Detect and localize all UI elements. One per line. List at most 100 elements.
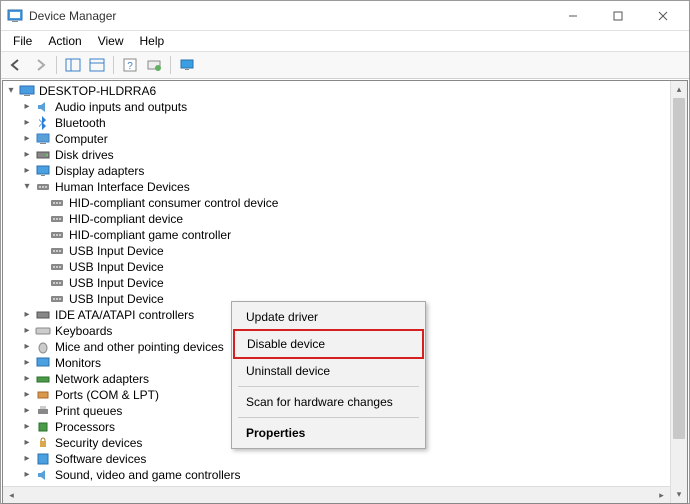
scroll-right-button[interactable]: ▸ bbox=[653, 487, 670, 503]
tree-leaf-hid[interactable]: USB Input Device bbox=[5, 275, 687, 291]
chevron-down-icon[interactable]: ▾ bbox=[21, 181, 33, 193]
hid-icon bbox=[49, 291, 65, 307]
computer-icon bbox=[35, 131, 51, 147]
tree-item-display[interactable]: ▸ Display adapters bbox=[5, 163, 687, 179]
tree-leaf-hid[interactable]: HID-compliant consumer control device bbox=[5, 195, 687, 211]
ctx-disable-device[interactable]: Disable device bbox=[233, 329, 424, 359]
back-button[interactable] bbox=[5, 54, 27, 76]
scroll-track[interactable] bbox=[20, 487, 653, 503]
tree-item-audio[interactable]: ▸ Audio inputs and outputs bbox=[5, 99, 687, 115]
remote-button[interactable] bbox=[176, 54, 198, 76]
ports-icon bbox=[35, 387, 51, 403]
tree-root[interactable]: ▾ DESKTOP-HLDRRA6 bbox=[5, 83, 687, 99]
menu-action[interactable]: Action bbox=[40, 32, 89, 50]
computer-icon bbox=[19, 83, 35, 99]
scan-hardware-button[interactable] bbox=[143, 54, 165, 76]
chevron-right-icon[interactable]: ▸ bbox=[21, 437, 33, 449]
tree-item-label: Audio inputs and outputs bbox=[55, 99, 187, 115]
tree-item-label: Sound, video and game controllers bbox=[55, 467, 240, 483]
keyboard-icon bbox=[35, 323, 51, 339]
chevron-right-icon[interactable]: ▸ bbox=[21, 453, 33, 465]
tree-item-label: Disk drives bbox=[55, 147, 114, 163]
menu-help[interactable]: Help bbox=[132, 32, 173, 50]
display-icon bbox=[35, 163, 51, 179]
scroll-up-button[interactable]: ▴ bbox=[671, 81, 687, 98]
tree-item-software[interactable]: ▸ Software devices bbox=[5, 451, 687, 467]
ide-icon bbox=[35, 307, 51, 323]
chevron-down-icon[interactable]: ▾ bbox=[5, 85, 17, 97]
ctx-separator bbox=[238, 386, 419, 387]
tree-item-label: HID-compliant game controller bbox=[69, 227, 231, 243]
chevron-right-icon[interactable]: ▸ bbox=[21, 405, 33, 417]
chevron-right-icon[interactable]: ▸ bbox=[21, 133, 33, 145]
tree-leaf-hid[interactable]: USB Input Device bbox=[5, 243, 687, 259]
window-title: Device Manager bbox=[29, 9, 116, 23]
maximize-button[interactable] bbox=[595, 1, 640, 31]
toolbar-separator bbox=[170, 56, 171, 74]
tree-item-label: Monitors bbox=[55, 355, 101, 371]
hid-icon bbox=[49, 211, 65, 227]
scroll-left-button[interactable]: ◂ bbox=[3, 487, 20, 503]
tree-item-label: IDE ATA/ATAPI controllers bbox=[55, 307, 194, 323]
printer-icon bbox=[35, 403, 51, 419]
scroll-track[interactable] bbox=[671, 98, 687, 486]
security-icon bbox=[35, 435, 51, 451]
ctx-scan-hardware[interactable]: Scan for hardware changes bbox=[234, 389, 423, 415]
chevron-right-icon[interactable]: ▸ bbox=[21, 149, 33, 161]
horizontal-scrollbar[interactable]: ◂ ▸ bbox=[3, 486, 670, 503]
close-button[interactable] bbox=[640, 1, 685, 31]
tree-item-disk[interactable]: ▸ Disk drives bbox=[5, 147, 687, 163]
software-icon bbox=[35, 451, 51, 467]
mouse-icon bbox=[35, 339, 51, 355]
tree-item-bluetooth[interactable]: ▸ Bluetooth bbox=[5, 115, 687, 131]
show-hide-tree-button[interactable] bbox=[62, 54, 84, 76]
chevron-right-icon[interactable]: ▸ bbox=[21, 357, 33, 369]
tree-leaf-hid[interactable]: HID-compliant game controller bbox=[5, 227, 687, 243]
tree-item-label: Human Interface Devices bbox=[55, 179, 190, 195]
help-button[interactable] bbox=[86, 54, 108, 76]
hid-icon bbox=[49, 275, 65, 291]
toolbar: ? bbox=[1, 51, 689, 79]
vertical-scrollbar[interactable]: ▴ ▾ bbox=[670, 81, 687, 503]
chevron-right-icon[interactable]: ▸ bbox=[21, 373, 33, 385]
tree-item-label: USB Input Device bbox=[69, 259, 164, 275]
chevron-right-icon[interactable]: ▸ bbox=[21, 117, 33, 129]
chevron-right-icon[interactable]: ▸ bbox=[21, 101, 33, 113]
bluetooth-icon bbox=[35, 115, 51, 131]
hid-icon bbox=[49, 259, 65, 275]
chevron-right-icon[interactable]: ▸ bbox=[21, 325, 33, 337]
chevron-right-icon[interactable]: ▸ bbox=[21, 421, 33, 433]
chevron-right-icon[interactable]: ▸ bbox=[21, 469, 33, 481]
tree-item-sound[interactable]: ▸ Sound, video and game controllers bbox=[5, 467, 687, 483]
tree-item-label: USB Input Device bbox=[69, 291, 164, 307]
ctx-uninstall-device[interactable]: Uninstall device bbox=[234, 358, 423, 384]
tree-leaf-hid[interactable]: USB Input Device bbox=[5, 259, 687, 275]
svg-text:?: ? bbox=[127, 61, 133, 72]
toolbar-separator bbox=[113, 56, 114, 74]
minimize-button[interactable] bbox=[550, 1, 595, 31]
help-topics-button[interactable]: ? bbox=[119, 54, 141, 76]
toolbar-separator bbox=[56, 56, 57, 74]
scroll-thumb[interactable] bbox=[673, 98, 685, 439]
scroll-down-button[interactable]: ▾ bbox=[671, 486, 687, 503]
tree-item-hid[interactable]: ▾ Human Interface Devices bbox=[5, 179, 687, 195]
tree-leaf-hid[interactable]: HID-compliant device bbox=[5, 211, 687, 227]
app-icon bbox=[7, 8, 23, 24]
chevron-right-icon[interactable]: ▸ bbox=[21, 341, 33, 353]
processor-icon bbox=[35, 419, 51, 435]
tree-item-label: Keyboards bbox=[55, 323, 112, 339]
menu-view[interactable]: View bbox=[90, 32, 132, 50]
tree-item-computer[interactable]: ▸ Computer bbox=[5, 131, 687, 147]
menu-file[interactable]: File bbox=[5, 32, 40, 50]
tree-item-label: Print queues bbox=[55, 403, 122, 419]
tree-item-label: Mice and other pointing devices bbox=[55, 339, 224, 355]
chevron-right-icon[interactable]: ▸ bbox=[21, 165, 33, 177]
chevron-right-icon[interactable]: ▸ bbox=[21, 389, 33, 401]
ctx-update-driver[interactable]: Update driver bbox=[234, 304, 423, 330]
tree-item-label: HID-compliant consumer control device bbox=[69, 195, 278, 211]
ctx-properties[interactable]: Properties bbox=[234, 420, 423, 446]
chevron-right-icon[interactable]: ▸ bbox=[21, 309, 33, 321]
tree-item-label: USB Input Device bbox=[69, 275, 164, 291]
forward-button[interactable] bbox=[29, 54, 51, 76]
tree-item-label: Security devices bbox=[55, 435, 142, 451]
